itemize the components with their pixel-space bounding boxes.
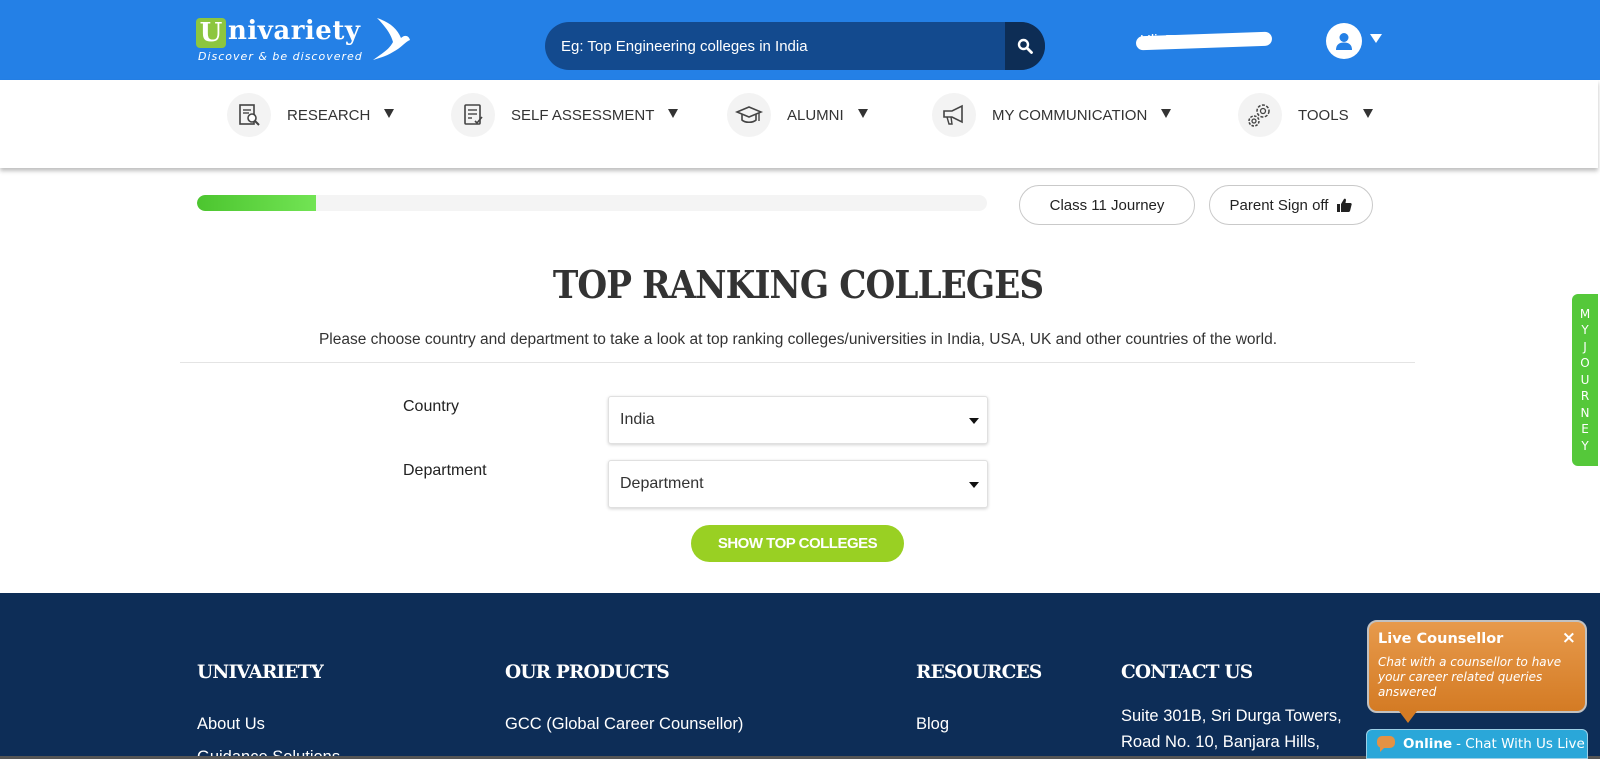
class-journey-button[interactable]: Class 11 Journey: [1019, 185, 1195, 225]
progress-fill: [197, 195, 316, 211]
main-nav: RESEARCH SELF ASSESSMENT ALUMNI MY COMMU…: [0, 80, 1598, 168]
megaphone-icon: [932, 93, 976, 137]
nav-item-my-communication[interactable]: MY COMMUNICATION: [932, 92, 1172, 138]
live-counsellor-description: Chat with a counsellor to have your care…: [1378, 655, 1562, 699]
footer-link-gcc[interactable]: GCC (Global Career Counsellor): [505, 715, 743, 734]
search-button[interactable]: [1005, 22, 1045, 70]
univariety-logo[interactable]: U nivariety Discover & be discovered: [196, 14, 411, 66]
user-name[interactable]: Uli_Test Cok...: [1135, 31, 1273, 51]
nav-label: SELF ASSESSMENT: [511, 106, 655, 124]
nav-item-tools[interactable]: TOOLS: [1238, 92, 1373, 138]
logo-word: nivariety: [228, 16, 361, 46]
live-counsellor-title: Live Counsellor: [1378, 631, 1504, 647]
user-avatar[interactable]: [1326, 23, 1362, 59]
footer-link-blog[interactable]: Blog: [916, 715, 949, 734]
page-title: TOP RANKING COLLEGES: [552, 262, 1044, 307]
popup-tail: [1399, 711, 1417, 723]
journey-tab-letter: M: [1579, 306, 1591, 321]
show-top-colleges-button[interactable]: SHOW TOP COLLEGES: [691, 525, 904, 562]
caret-down-icon: [668, 108, 679, 118]
nav-label: ALUMNI: [787, 106, 844, 124]
bird-icon: [373, 18, 410, 60]
country-select[interactable]: India: [608, 396, 988, 444]
department-select[interactable]: Department: [608, 460, 988, 508]
caret-down-icon: [969, 418, 979, 424]
footer-heading-univariety: UNIVARIETY: [197, 662, 324, 683]
chat-bubble-icon: [1377, 736, 1395, 752]
caret-down-icon: [1362, 108, 1373, 118]
journey-tab-letter: O: [1580, 356, 1590, 371]
contact-address-line: Suite 301B, Sri Durga Towers,: [1121, 707, 1342, 725]
logo-letter: U: [196, 18, 226, 48]
thumbs-up-icon: [1337, 198, 1353, 212]
search-bar: [545, 22, 1045, 70]
graduation-cap-icon: [727, 93, 771, 137]
journey-tab-letter: J: [1583, 339, 1587, 354]
journey-tab-letter: E: [1581, 422, 1589, 437]
caret-down-icon: [384, 108, 395, 118]
nav-label: RESEARCH: [287, 106, 371, 124]
chat-with-us-bar[interactable]: Online - Chat With Us Live: [1366, 729, 1588, 759]
search-input[interactable]: [545, 22, 995, 70]
page-subtitle: Please choose country and department to …: [318, 331, 1278, 348]
close-icon[interactable]: ×: [1562, 628, 1576, 648]
chat-status: Online: [1403, 736, 1453, 752]
nav-item-research[interactable]: RESEARCH: [227, 92, 395, 138]
footer-heading-contact: CONTACT US: [1121, 662, 1253, 683]
journey-tab-letter: Y: [1581, 323, 1589, 338]
footer-heading-products: OUR PRODUCTS: [505, 662, 670, 683]
caret-down-icon[interactable]: [1370, 34, 1382, 43]
user-icon: [1336, 33, 1352, 50]
search-icon: [1017, 38, 1033, 54]
footer-heading-resources: RESOURCES: [916, 662, 1042, 683]
chat-cta: - Chat With Us Live: [1456, 736, 1585, 752]
nav-item-alumni[interactable]: ALUMNI: [727, 92, 868, 138]
caret-down-icon: [1161, 108, 1172, 118]
caret-down-icon: [969, 482, 979, 488]
journey-progress-bar: [197, 195, 987, 211]
caret-down-icon: [857, 108, 868, 118]
my-journey-tab[interactable]: MYJOURNEY: [1572, 294, 1598, 466]
nav-label: TOOLS: [1298, 106, 1349, 124]
journey-tab-letter: U: [1580, 372, 1590, 387]
divider: [180, 362, 1415, 363]
department-label: Department: [403, 462, 487, 479]
contact-address-line: Road No. 10, Banjara Hills,: [1121, 733, 1321, 751]
footer-link-about-us[interactable]: About Us: [197, 715, 265, 734]
journey-tab-letter: N: [1580, 405, 1590, 420]
top-header: U nivariety Discover & be discovered Uli…: [0, 0, 1600, 80]
country-label: Country: [403, 398, 460, 415]
live-counsellor-popup[interactable]: Live Counsellor × Chat with a counsellor…: [1367, 620, 1587, 723]
parent-sign-off-button[interactable]: Parent Sign off: [1209, 185, 1373, 225]
gears-icon: [1238, 93, 1282, 137]
nav-item-self-assessment[interactable]: SELF ASSESSMENT: [451, 92, 679, 138]
journey-tab-letter: R: [1580, 389, 1590, 404]
journey-tab-letter: Y: [1581, 438, 1589, 453]
nav-label: MY COMMUNICATION: [992, 106, 1148, 124]
checklist-icon: [451, 93, 495, 137]
logo-tagline: Discover & be discovered: [198, 50, 363, 63]
document-search-icon: [227, 93, 271, 137]
